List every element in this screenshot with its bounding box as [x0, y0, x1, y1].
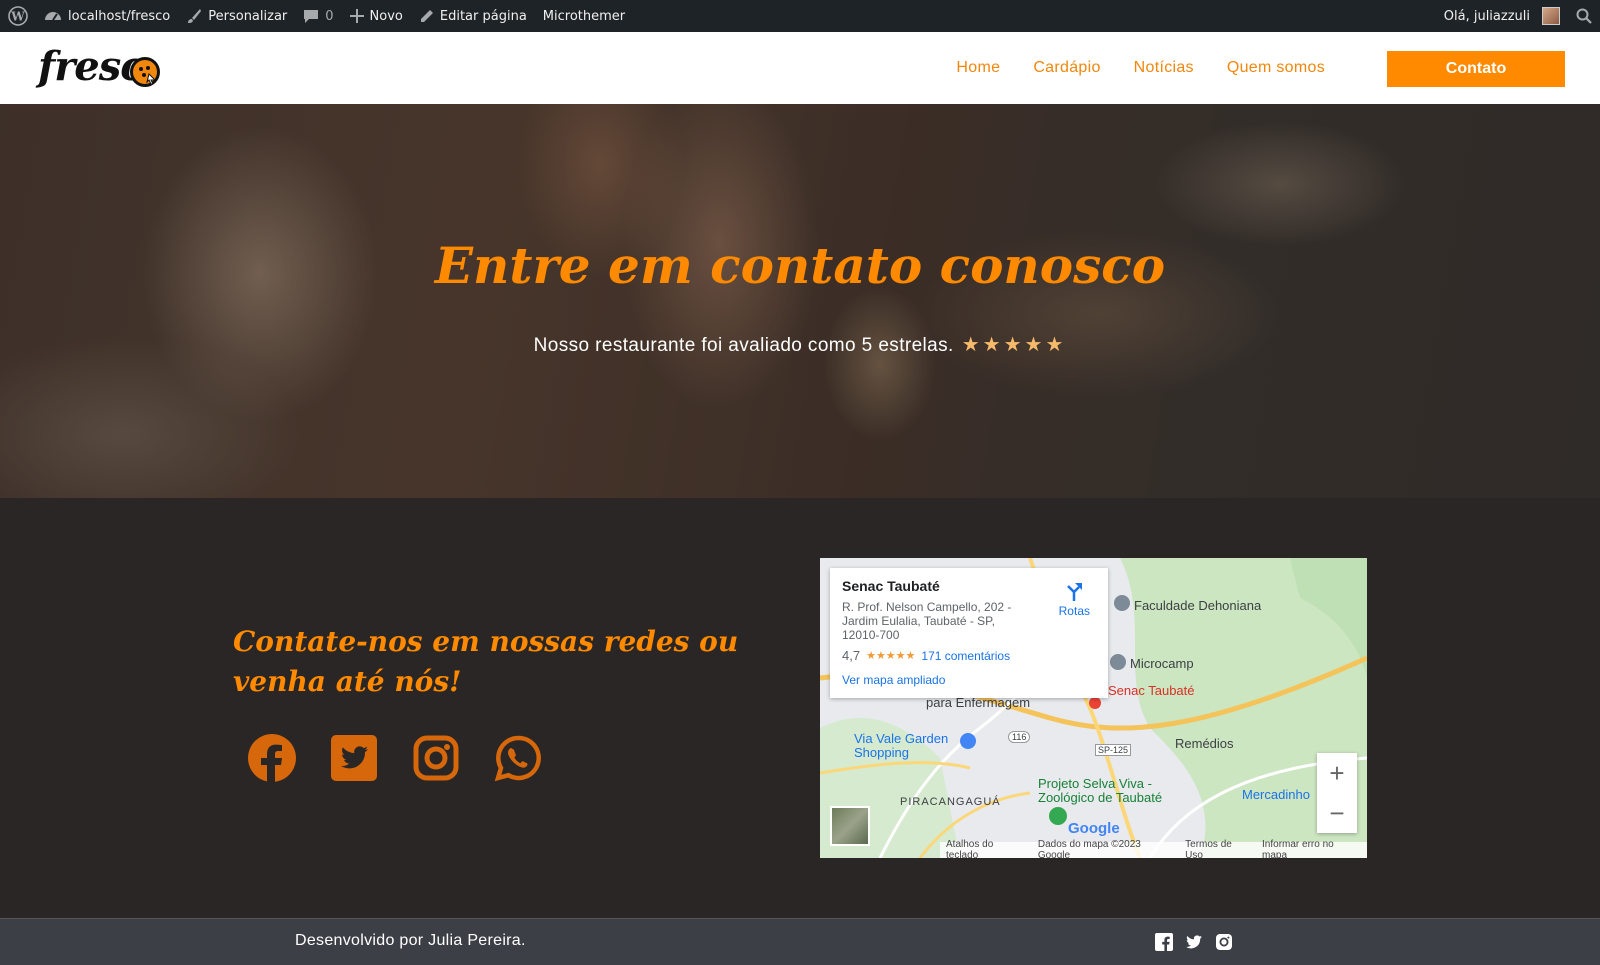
map-label-senac: Senac Taubaté	[1108, 683, 1195, 698]
rating-stars-small: ★★★★★	[866, 650, 916, 662]
customize-label: Personalizar	[208, 8, 288, 24]
brush-icon	[188, 9, 202, 23]
footer-social-links	[1155, 933, 1233, 951]
edit-page-label: Editar página	[439, 8, 527, 24]
hero-subtitle: Nosso restaurante foi avaliado como 5 es…	[0, 332, 1600, 357]
map-label-mercadinho: Mercadinho	[1242, 787, 1310, 802]
directions-label: Rotas	[1058, 604, 1090, 618]
comment-icon	[304, 10, 319, 23]
pizza-logo-icon	[130, 57, 160, 87]
instagram-icon[interactable]	[1215, 933, 1233, 951]
google-logo: Google	[1068, 820, 1120, 837]
report-error-link[interactable]: Informar erro no mapa	[1262, 839, 1361, 858]
microthemer-link[interactable]: Microthemer	[535, 0, 633, 32]
contact-button[interactable]: Contato	[1387, 51, 1565, 87]
site-header: fresc Home Cardápio Notícias Quem somos …	[0, 32, 1600, 104]
zoom-out-button[interactable]: −	[1329, 798, 1344, 829]
wordpress-logo-icon[interactable]: W	[0, 0, 36, 32]
twitter-icon[interactable]	[330, 734, 378, 782]
satellite-toggle[interactable]	[830, 806, 870, 846]
pencil-icon	[420, 9, 433, 22]
directions-icon	[1067, 583, 1083, 601]
hero-section: Entre em contato conosco Nosso restauran…	[0, 104, 1600, 498]
map-footer: Atalhos do teclado Dados do mapa ©2023 G…	[940, 839, 1367, 858]
customize-link[interactable]: Personalizar	[178, 0, 295, 32]
site-logo[interactable]: fresc	[38, 40, 163, 94]
site-name: localhost/fresco	[68, 8, 171, 24]
search-icon	[1576, 8, 1592, 24]
nav-home[interactable]: Home	[956, 59, 1000, 77]
nav-quem-somos[interactable]: Quem somos	[1227, 59, 1325, 77]
map-label-zoo: Projeto Selva Viva - Zoológico de Taubat…	[1038, 776, 1163, 805]
map-zoom-controls: + −	[1317, 753, 1357, 833]
google-map-embed[interactable]: Faculdade Dehoniana Microcamp Senac Taub…	[820, 558, 1367, 858]
larger-map-link[interactable]: Ver mapa ampliado	[842, 673, 1096, 687]
hero-title: Entre em contato conosco	[434, 236, 1166, 295]
map-info-card: Senac Taubaté R. Prof. Nelson Campello, …	[830, 568, 1108, 698]
nav-noticias[interactable]: Notícias	[1134, 59, 1194, 77]
map-data-text: Dados do mapa ©2023 Google	[1037, 839, 1141, 858]
terms-link[interactable]: Termos de Uso	[1185, 839, 1252, 858]
nav-cardapio[interactable]: Cardápio	[1033, 59, 1100, 77]
avatar	[1542, 7, 1560, 25]
map-label-piracangagua: PIRACANGAGUÁ	[900, 796, 1001, 808]
plus-icon	[349, 9, 364, 23]
contact-heading: Contate-nos em nossas redes ou venha até…	[233, 625, 739, 698]
reviews-link[interactable]: 171 comentários	[921, 649, 1010, 663]
social-links	[248, 734, 542, 782]
greeting: Olá, juliazzuli	[1443, 8, 1530, 24]
site-name-link[interactable]: localhost/fresco	[36, 0, 178, 32]
my-account-link[interactable]: Olá, juliazzuli	[1436, 0, 1568, 32]
place-rating: 4,7 ★★★★★ 171 comentários	[842, 648, 1096, 663]
map-label-remedios: Remédios	[1175, 736, 1234, 751]
map-road-116: 116	[1008, 731, 1031, 743]
rating-value: 4,7	[842, 648, 861, 663]
dashboard-icon	[45, 12, 61, 21]
microthemer-label: Microthemer	[542, 8, 626, 24]
map-label-shopping: Via Vale Garden Shopping	[854, 731, 949, 760]
footer-credit: Desenvolvido por Julia Pereira.	[295, 932, 526, 949]
new-content-link[interactable]: Novo	[342, 0, 411, 32]
map-label-microcamp: Microcamp	[1130, 656, 1194, 671]
rating-stars: ★★★★★	[961, 334, 1067, 356]
directions-button[interactable]: Rotas	[1059, 580, 1090, 618]
map-road-sp125: SP-125	[1095, 744, 1132, 756]
admin-search-button[interactable]	[1568, 0, 1600, 32]
edit-page-link[interactable]: Editar página	[411, 0, 535, 32]
new-label: Novo	[369, 8, 403, 24]
site-footer: Desenvolvido por Julia Pereira.	[0, 918, 1600, 965]
twitter-icon[interactable]	[1185, 933, 1203, 951]
facebook-square-icon[interactable]	[1155, 933, 1173, 951]
admin-bar: W localhost/fresco Personalizar 0 Novo E…	[0, 0, 1600, 32]
comments-link[interactable]: 0	[295, 0, 341, 32]
facebook-icon[interactable]	[248, 734, 296, 782]
instagram-icon[interactable]	[412, 734, 460, 782]
logo-text: fresc	[38, 43, 145, 90]
svg-text:W: W	[10, 10, 25, 24]
zoom-in-button[interactable]: +	[1329, 758, 1344, 789]
place-address: R. Prof. Nelson Campello, 202 - Jardim E…	[842, 600, 1012, 642]
main-nav: Home Cardápio Notícias Quem somos	[956, 32, 1325, 104]
hero-subtitle-text: Nosso restaurante foi avaliado como 5 es…	[533, 335, 954, 356]
whatsapp-icon[interactable]	[494, 734, 542, 782]
admin-bar-right: Olá, juliazzuli	[1436, 0, 1600, 32]
comments-count: 0	[325, 8, 334, 24]
map-label-faculdade: Faculdade Dehoniana	[1134, 598, 1262, 613]
keyboard-shortcuts-link[interactable]: Atalhos do teclado	[946, 839, 1028, 858]
